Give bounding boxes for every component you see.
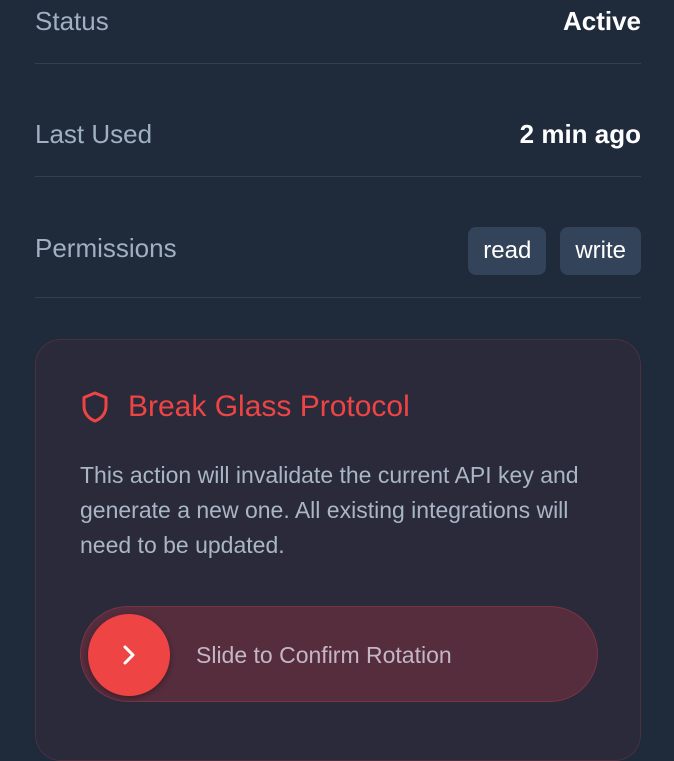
status-row: Status Active (35, 0, 641, 64)
permission-tags: read write (468, 227, 641, 275)
break-glass-description: This action will invalidate the current … (80, 462, 579, 558)
status-value: Active (562, 6, 641, 36)
confirm-rotation-slider[interactable]: Slide to Confirm Rotation (80, 606, 598, 702)
chevron-right-icon (123, 645, 135, 665)
slider-label: Slide to Confirm Rotation (196, 642, 452, 668)
permissions-label: Permissions (35, 233, 177, 263)
permission-tag-read: read (468, 227, 547, 275)
slider-handle[interactable] (88, 614, 170, 696)
status-label: Status (35, 6, 109, 36)
last-used-label: Last Used (35, 119, 153, 149)
permissions-row: Permissions read write (35, 177, 641, 298)
shield-icon (82, 391, 108, 423)
permission-tag-write: write (560, 227, 641, 275)
break-glass-header: Break Glass Protocol (80, 390, 410, 424)
last-used-row: Last Used 2 min ago (35, 64, 641, 177)
break-glass-card: Break Glass Protocol This action will in… (35, 339, 641, 761)
api-key-details-panel: Status Active Last Used 2 min ago Permis… (0, 0, 674, 761)
break-glass-title: Break Glass Protocol (128, 390, 410, 423)
last-used-value: 2 min ago (519, 119, 641, 149)
